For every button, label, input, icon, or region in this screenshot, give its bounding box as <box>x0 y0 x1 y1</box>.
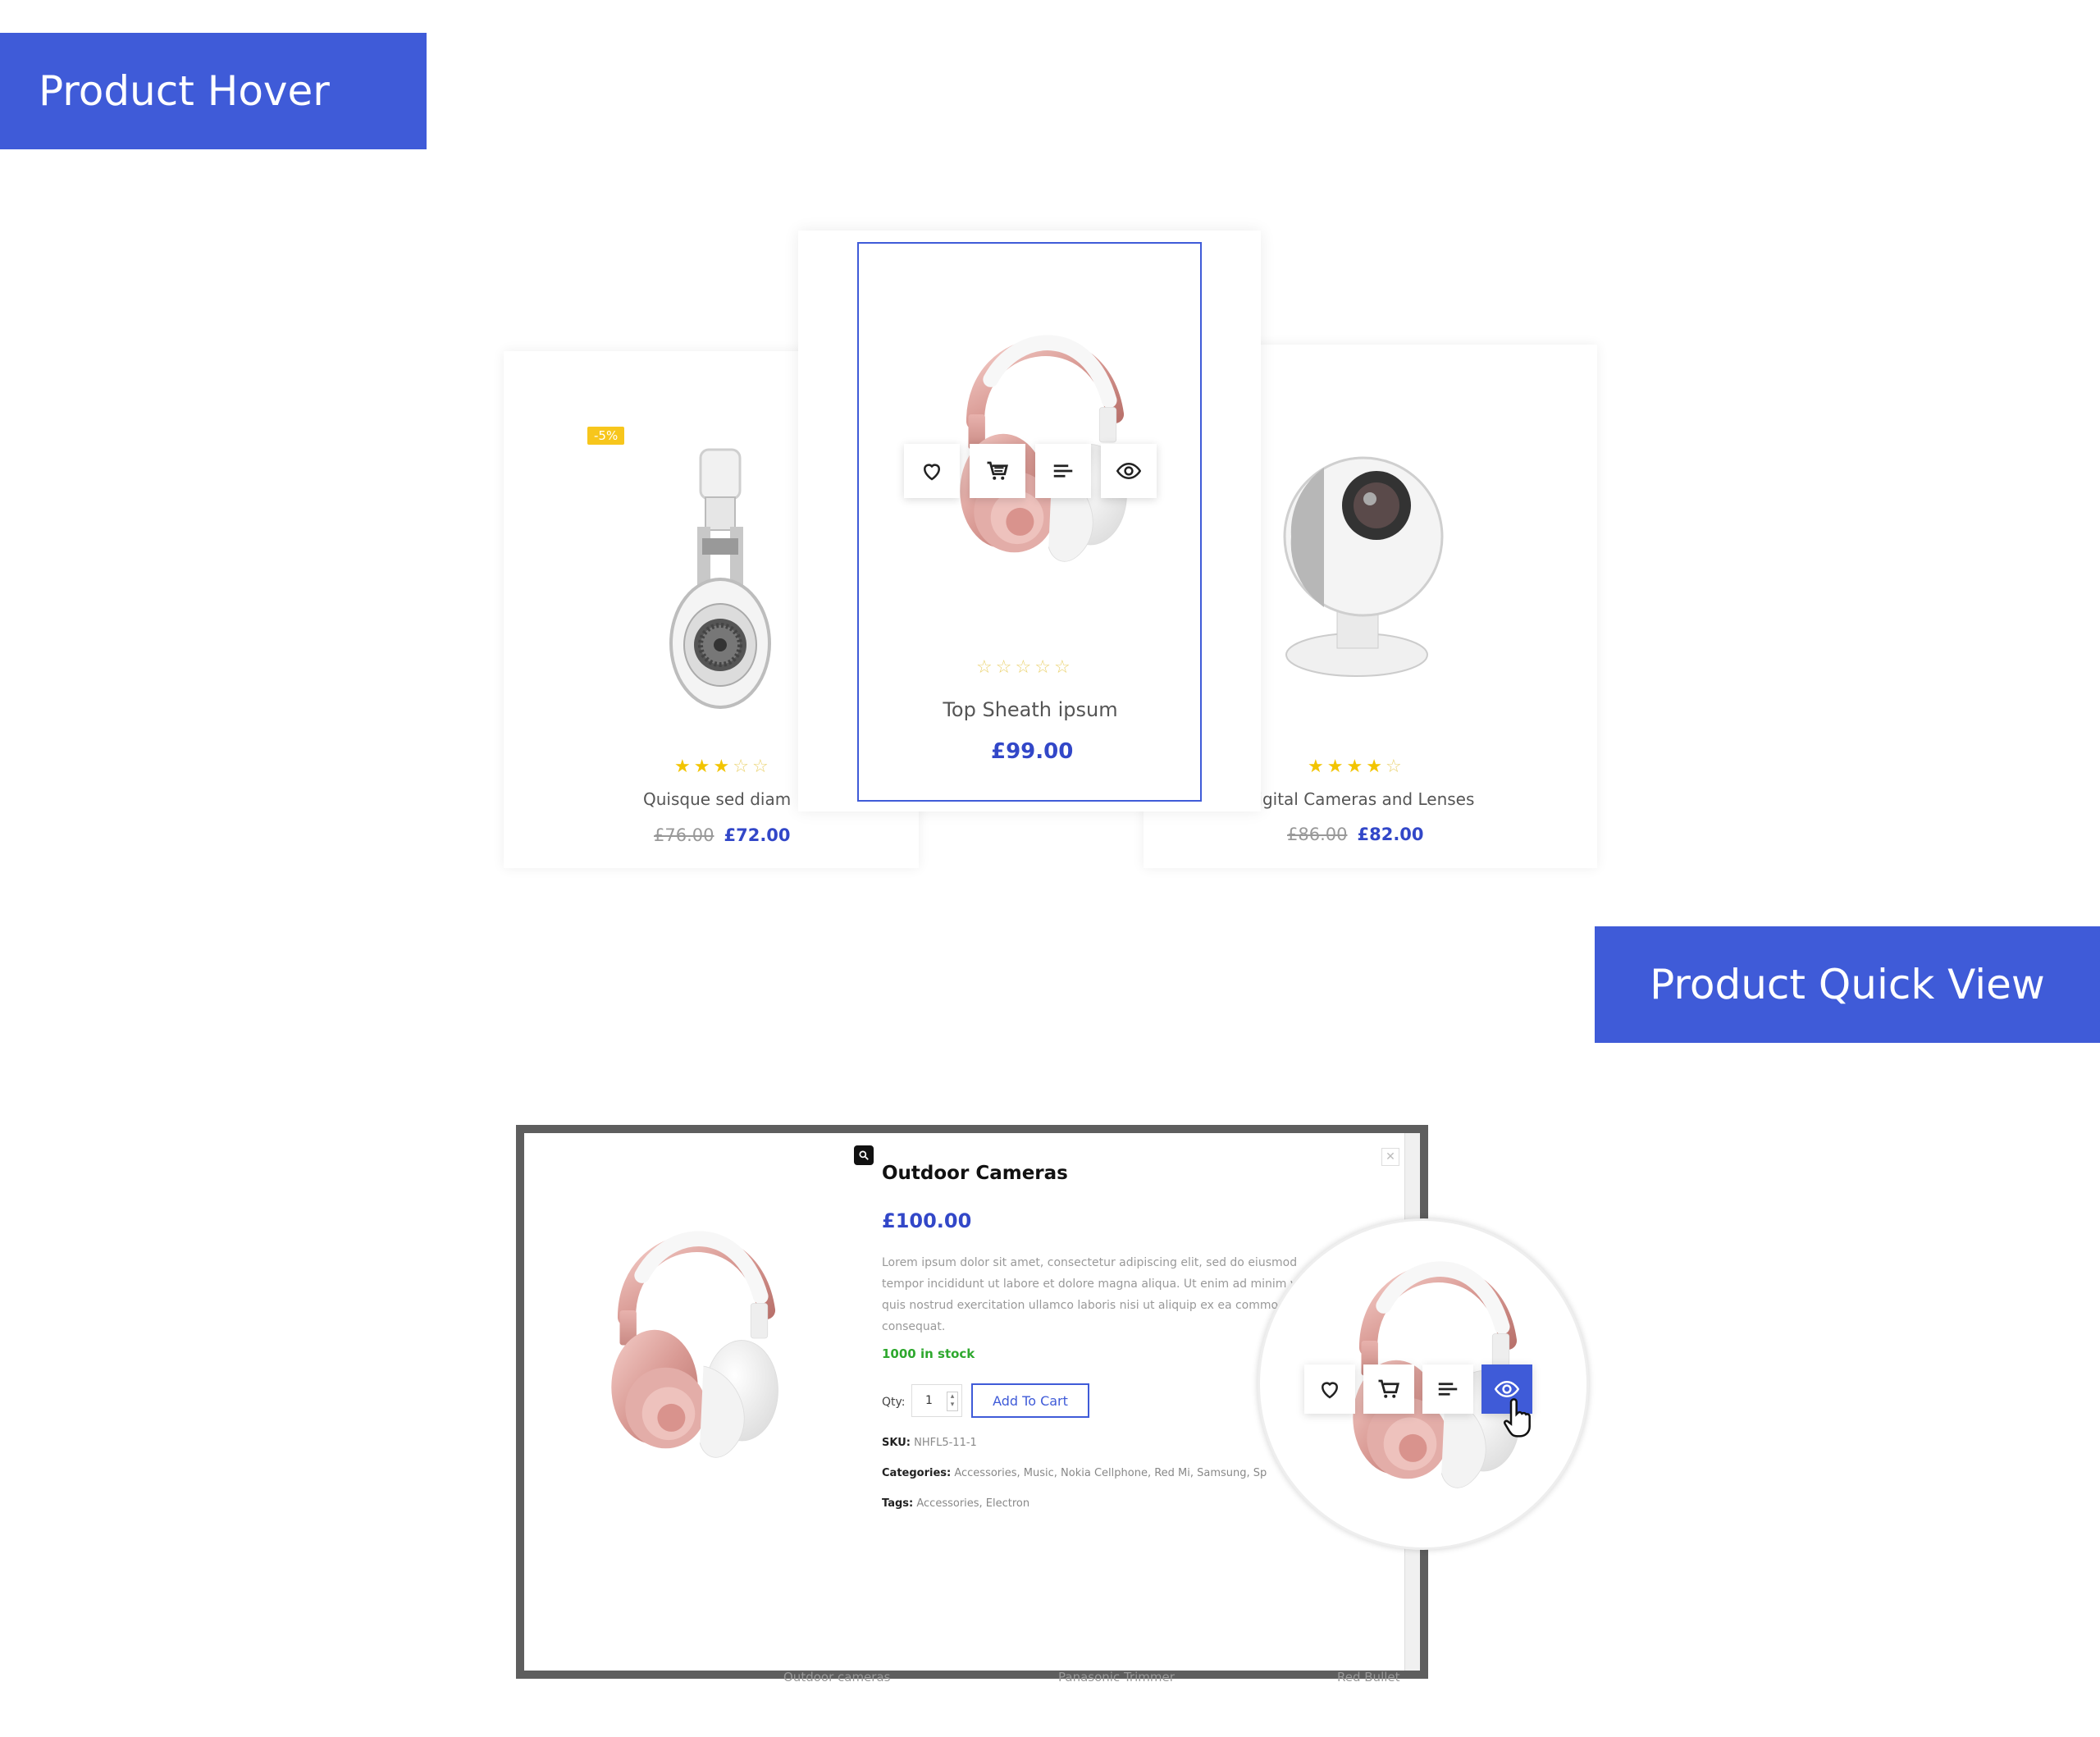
add-to-cart-button[interactable] <box>970 444 1025 498</box>
old-price: £76.00 <box>654 825 714 845</box>
compare-icon <box>1053 464 1073 478</box>
product-name[interactable]: Quisque sed diam <box>643 789 791 809</box>
tags-row: Tags: Accessories, Electron <box>882 1497 1029 1510</box>
rating-stars: ★ ★ ★ ☆ ☆ <box>674 757 769 777</box>
qty-label: Qty: <box>882 1396 906 1409</box>
price: £99.00 <box>991 739 1074 764</box>
quick-view-product-image[interactable] <box>573 1199 819 1478</box>
heart-icon <box>923 464 941 481</box>
categories-links[interactable]: Accessories, Music, Nokia Cellphone, Red… <box>954 1467 1267 1479</box>
quick-view-button[interactable] <box>1101 444 1157 498</box>
product-quick-view-banner: Product Quick View <box>1595 926 2100 1043</box>
magnifier-zoom <box>1258 1218 1589 1550</box>
sku-row: SKU: NHFL5-11-1 <box>882 1437 977 1449</box>
rating-stars: ★ ★ ★ ★ ☆ <box>1308 757 1402 777</box>
qty-spinner[interactable]: ▴ ▾ <box>947 1392 958 1411</box>
quantity-stepper[interactable]: 1 ▴ ▾ <box>911 1384 962 1417</box>
close-button[interactable]: ✕ <box>1381 1148 1399 1166</box>
stock-status: 1000 in stock <box>882 1346 975 1361</box>
zoom-button[interactable] <box>854 1145 874 1165</box>
tags-label: Tags: <box>882 1497 914 1510</box>
wishlist-button[interactable] <box>1304 1364 1355 1414</box>
product-card-hovered[interactable]: ☆ ☆ ☆ ☆ ☆ Top Sheath ipsum £99.00 <box>798 231 1261 811</box>
hover-actions <box>904 444 1157 498</box>
close-icon: ✕ <box>1386 1150 1395 1163</box>
price: £72.00 <box>724 825 791 845</box>
compare-button[interactable] <box>1422 1364 1473 1414</box>
wishlist-button[interactable] <box>904 444 960 498</box>
quick-view-title: Outdoor Cameras <box>882 1163 1068 1184</box>
behind-label: Outdoor cameras <box>783 1670 891 1684</box>
sku-value: NHFL5-11-1 <box>914 1437 977 1449</box>
product-name[interactable]: Digital Cameras and Lenses <box>1245 789 1474 809</box>
eye-icon <box>1116 462 1141 480</box>
cart-icon <box>1378 1379 1400 1398</box>
product-prices: £86.00 £82.00 <box>1287 825 1424 844</box>
quick-view-price: £100.00 <box>882 1209 972 1232</box>
old-price: £86.00 <box>1287 825 1348 844</box>
compare-button[interactable] <box>1035 444 1091 498</box>
price: £82.00 <box>1357 825 1424 844</box>
sku-label: SKU: <box>882 1437 911 1449</box>
add-to-cart-button[interactable]: Add To Cart <box>971 1383 1089 1418</box>
product-prices: £76.00 £72.00 <box>654 825 791 845</box>
discount-badge: -5% <box>587 427 625 445</box>
categories-row: Categories: Accessories, Music, Nokia Ce… <box>882 1467 1267 1479</box>
tags-links[interactable]: Accessories, Electron <box>916 1497 1029 1510</box>
product-image-headphone-rose[interactable] <box>934 303 1156 582</box>
product-image-headphone-silver[interactable] <box>664 448 776 711</box>
product-hover-banner: Product Hover <box>0 33 427 149</box>
cart-icon <box>987 461 1009 480</box>
qty-value: 1 <box>925 1394 933 1407</box>
product-name[interactable]: Top Sheath ipsum <box>936 698 1125 721</box>
product-prices: £99.00 <box>991 739 1073 764</box>
rating-stars: ☆ ☆ ☆ ☆ ☆ <box>976 657 1071 678</box>
zoom-icon <box>859 1150 869 1160</box>
add-to-cart-button[interactable] <box>1363 1364 1414 1414</box>
behind-label: Panasonic Trimmer <box>1058 1670 1175 1684</box>
heart-icon <box>1321 1382 1339 1399</box>
hand-cursor-icon <box>1504 1398 1531 1438</box>
behind-label: Red Bullet <box>1337 1670 1400 1684</box>
magnified-actions <box>1304 1364 1532 1414</box>
product-image-camera[interactable] <box>1275 451 1447 681</box>
compare-icon <box>1438 1383 1458 1396</box>
categories-label: Categories: <box>882 1467 952 1479</box>
